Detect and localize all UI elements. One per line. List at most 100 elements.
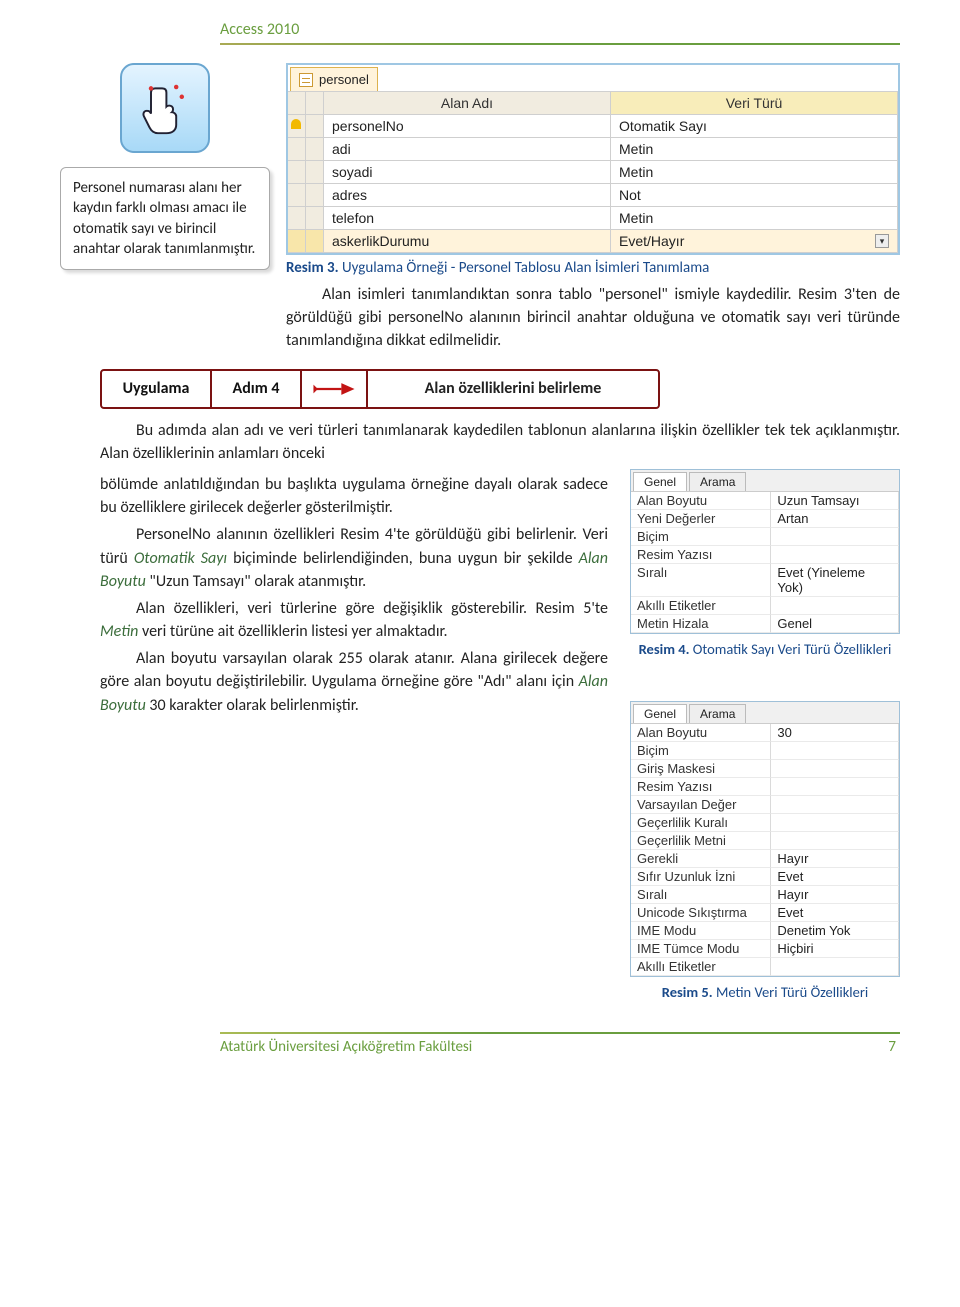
property-value[interactable]: Hiçbiri: [771, 940, 899, 958]
property-row[interactable]: IME Tümce ModuHiçbiri: [631, 940, 899, 958]
pointing-hand-icon: [120, 63, 210, 153]
property-value[interactable]: Artan: [771, 510, 899, 528]
property-row[interactable]: IME ModuDenetim Yok: [631, 922, 899, 940]
row-selector[interactable]: [306, 138, 324, 161]
property-row[interactable]: Biçim: [631, 528, 899, 546]
property-value[interactable]: [771, 832, 899, 850]
col-alan-adi[interactable]: Alan Adı: [324, 92, 611, 115]
table-row[interactable]: soyadiMetin: [288, 161, 898, 184]
tab-arama-5[interactable]: Arama: [689, 704, 746, 723]
field-type-cell[interactable]: Otomatik Sayı: [611, 115, 898, 138]
property-row[interactable]: GerekliHayır: [631, 850, 899, 868]
callout-box: Personel numarası alanı her kaydın farkl…: [60, 167, 270, 270]
property-row[interactable]: Akıllı Etiketler: [631, 597, 899, 615]
paragraph-3: PersonelNo alanının özellikleri Resim 4'…: [100, 523, 608, 593]
property-row[interactable]: SıralıHayır: [631, 886, 899, 904]
property-row[interactable]: Metin HizalaGenel: [631, 615, 899, 633]
paragraph-2a: Bu adımda alan adı ve veri türleri tanım…: [100, 419, 900, 465]
property-name: Geçerlilik Metni: [631, 832, 771, 850]
field-name-cell[interactable]: adres: [324, 184, 611, 207]
tab-arama-4[interactable]: Arama: [689, 472, 746, 491]
property-value[interactable]: [771, 760, 899, 778]
property-value[interactable]: 30: [771, 724, 899, 742]
property-value[interactable]: [771, 597, 899, 615]
field-type-cell[interactable]: Not: [611, 184, 898, 207]
property-row[interactable]: Alan BoyutuUzun Tamsayı: [631, 492, 899, 510]
property-row[interactable]: Akıllı Etiketler: [631, 958, 899, 976]
field-name-cell[interactable]: soyadi: [324, 161, 611, 184]
property-row[interactable]: Resim Yazısı: [631, 546, 899, 564]
property-value[interactable]: [771, 814, 899, 832]
field-type-cell[interactable]: Metin: [611, 138, 898, 161]
property-value[interactable]: Evet: [771, 904, 899, 922]
property-row[interactable]: Geçerlilik Kuralı: [631, 814, 899, 832]
property-value[interactable]: Evet: [771, 868, 899, 886]
property-value[interactable]: Hayır: [771, 850, 899, 868]
figure-5-caption: Resim 5. Metin Veri Türü Özellikleri: [630, 983, 900, 1002]
field-type-cell[interactable]: Metin: [611, 207, 898, 230]
tab-genel-5[interactable]: Genel: [633, 704, 687, 723]
footer-rule: [220, 1032, 900, 1034]
tab-genel-4[interactable]: Genel: [633, 472, 687, 491]
property-name: Akıllı Etiketler: [631, 597, 771, 615]
property-row[interactable]: Biçim: [631, 742, 899, 760]
property-name: Resim Yazısı: [631, 546, 771, 564]
row-selector[interactable]: [288, 207, 306, 230]
property-name: Alan Boyutu: [631, 492, 771, 510]
row-selector[interactable]: [288, 184, 306, 207]
table-row[interactable]: adresNot: [288, 184, 898, 207]
table-tab[interactable]: personel: [290, 67, 378, 91]
property-row[interactable]: Yeni DeğerlerArtan: [631, 510, 899, 528]
footer-text: Atatürk Üniversitesi Açıköğretim Fakülte…: [220, 1038, 472, 1056]
field-type-cell[interactable]: Metin: [611, 161, 898, 184]
ribbon-uygulama: Uygulama: [102, 371, 212, 407]
field-name-cell[interactable]: personelNo: [324, 115, 611, 138]
row-selector[interactable]: [306, 115, 324, 138]
property-value[interactable]: [771, 528, 899, 546]
dropdown-icon[interactable]: ▾: [875, 234, 889, 248]
property-value[interactable]: [771, 546, 899, 564]
property-value[interactable]: [771, 958, 899, 976]
field-name-cell[interactable]: askerlikDurumu: [324, 230, 611, 253]
property-row[interactable]: Resim Yazısı: [631, 778, 899, 796]
row-selector[interactable]: [306, 230, 324, 253]
row-selector[interactable]: [288, 230, 306, 253]
property-value[interactable]: Evet (Yineleme Yok): [771, 564, 899, 597]
col-veri-turu[interactable]: Veri Türü: [611, 92, 898, 115]
property-row[interactable]: Sıfır Uzunluk İzniEvet: [631, 868, 899, 886]
row-selector[interactable]: [288, 161, 306, 184]
figure-3-caption: Resim 3. Uygulama Örneği - Personel Tabl…: [286, 259, 900, 277]
property-row[interactable]: SıralıEvet (Yineleme Yok): [631, 564, 899, 597]
property-row[interactable]: Giriş Maskesi: [631, 760, 899, 778]
property-name: Metin Hizala: [631, 615, 771, 633]
property-value[interactable]: Uzun Tamsayı: [771, 492, 899, 510]
row-selector[interactable]: [306, 161, 324, 184]
field-name-cell[interactable]: adi: [324, 138, 611, 161]
field-type-cell[interactable]: Evet/Hayır▾: [611, 230, 898, 253]
property-value[interactable]: Hayır: [771, 886, 899, 904]
row-selector[interactable]: [306, 207, 324, 230]
table-row[interactable]: personelNoOtomatik Sayı: [288, 115, 898, 138]
property-row[interactable]: Alan Boyutu30: [631, 724, 899, 742]
row-selector[interactable]: [306, 184, 324, 207]
property-row[interactable]: Geçerlilik Metni: [631, 832, 899, 850]
table-row[interactable]: adiMetin: [288, 138, 898, 161]
table-row[interactable]: askerlikDurumuEvet/Hayır▾: [288, 230, 898, 253]
property-value[interactable]: [771, 796, 899, 814]
property-value[interactable]: [771, 742, 899, 760]
table-icon: [299, 73, 313, 87]
property-row[interactable]: Varsayılan Değer: [631, 796, 899, 814]
table-row[interactable]: telefonMetin: [288, 207, 898, 230]
step-ribbon: Uygulama Adım 4 Alan özelliklerini belir…: [100, 369, 660, 409]
primary-key-icon[interactable]: [288, 115, 306, 138]
property-row[interactable]: Unicode SıkıştırmaEvet: [631, 904, 899, 922]
property-value[interactable]: Genel: [771, 615, 899, 633]
property-name: Unicode Sıkıştırma: [631, 904, 771, 922]
running-header: Access 2010: [60, 20, 900, 39]
row-selector[interactable]: [288, 138, 306, 161]
property-value[interactable]: [771, 778, 899, 796]
property-value[interactable]: Denetim Yok: [771, 922, 899, 940]
field-name-cell[interactable]: telefon: [324, 207, 611, 230]
figure-4-caption: Resim 4. Otomatik Sayı Veri Türü Özellik…: [630, 640, 900, 659]
property-name: Varsayılan Değer: [631, 796, 771, 814]
